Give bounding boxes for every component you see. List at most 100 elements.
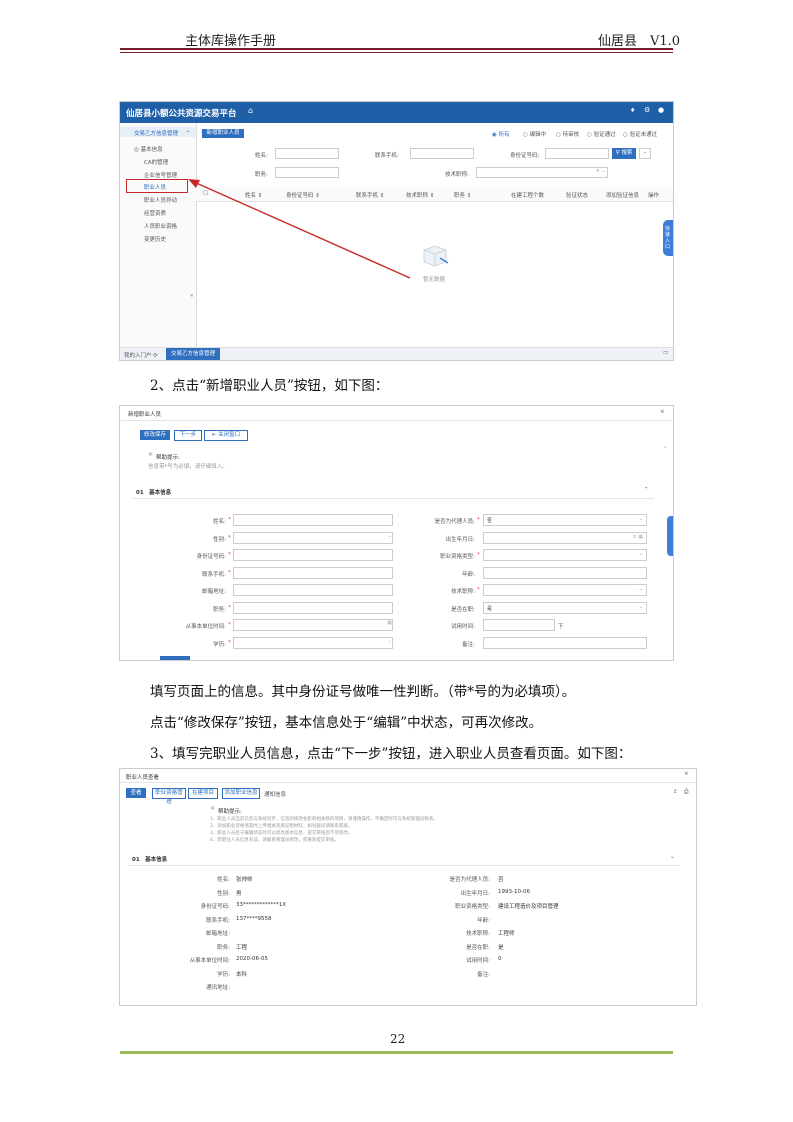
required-mark: * <box>228 552 231 558</box>
export-icon[interactable]: ⇪ <box>673 789 678 795</box>
sidebar-header[interactable]: 交易乙方信息管理 ⌄ <box>120 127 196 137</box>
bell-icon[interactable]: ♦ <box>630 107 635 114</box>
scroll-up-icon[interactable]: ⌃ <box>663 446 667 452</box>
radio-editing[interactable]: ○ 编辑中 <box>523 130 546 138</box>
tab-view[interactable]: 查看 <box>126 788 146 798</box>
close-icon[interactable]: × <box>660 409 665 415</box>
form-right-input[interactable]: ⌄ <box>483 549 647 561</box>
form-left-label: 联系手机: <box>202 571 226 578</box>
view-section-header: 01 基本信息 ⌄ <box>128 851 680 866</box>
sidebar-item-ca[interactable]: CA的管理 <box>144 158 168 166</box>
sidebar-item-staff-certificate[interactable]: 人员职业资格 <box>144 222 177 230</box>
radio-pending[interactable]: ○ 待审核 <box>556 130 579 138</box>
form-right-label: 是否为代理人员: <box>434 519 475 525</box>
dialog-title: 新增职业人员 <box>128 412 162 418</box>
dialog-title-bar: 新增职业人员 × <box>120 406 673 421</box>
user-icon[interactable]: ● <box>658 106 664 114</box>
form-right-input[interactable]: 否 ⌄ <box>483 514 647 526</box>
radio-all[interactable]: ◉ 所有 <box>492 130 510 138</box>
add-staff-button[interactable]: 新增职业人员 <box>202 129 244 138</box>
right-side-tab[interactable] <box>667 516 673 556</box>
radio-failed-label: 验证未通过 <box>629 132 658 138</box>
bottom-tab-home[interactable]: 我的入门户 ⟳ <box>124 351 158 359</box>
filter-id-input[interactable] <box>545 148 609 159</box>
collapse-section-icon[interactable]: ⌃ <box>644 487 649 493</box>
modify-save-button[interactable]: 修改保存 <box>140 430 170 440</box>
view-left-value: 张帅帅 <box>236 877 253 883</box>
view-left-value: 33*************1X <box>236 902 287 908</box>
form-right-input[interactable] <box>483 636 647 649</box>
col-position[interactable]: 职务 ⇕ <box>454 191 471 199</box>
quick-entry-tab[interactable]: 快速入口 <box>663 220 673 256</box>
view-right-label: 是否在职: <box>466 944 490 951</box>
sidebar-group[interactable]: ◎ 基本信息 <box>134 145 163 153</box>
radio-passed-label: 验证通过 <box>593 132 616 138</box>
paragraph-fill-info: 填写页面上的信息。其中身份证号做唯一性判断。（带*号的为必填项）。 <box>150 684 576 700</box>
tab-projects[interactable]: 在建项目 <box>188 788 218 799</box>
view-title-bar: 职业人员查看 × <box>120 769 696 783</box>
sidebar-item-staff[interactable]: 职业人员 <box>144 183 166 191</box>
close-window-button[interactable]: ⇤ 关闭窗口 <box>204 430 248 441</box>
form-left-input[interactable]: ⌄ <box>233 636 393 649</box>
form-left-input[interactable] <box>233 601 393 614</box>
collapse-icon[interactable]: « <box>190 293 193 299</box>
form-right-input[interactable]: ⌄ <box>483 584 647 596</box>
filter-phone-input[interactable] <box>410 148 474 159</box>
sidebar-item-history[interactable]: 变更历史 <box>144 235 166 243</box>
form-left-input[interactable] <box>233 566 393 579</box>
form-left-input[interactable] <box>233 549 393 561</box>
filter-phone-label: 联系手机: <box>375 153 399 159</box>
filter-title-label: 技术职称: <box>445 172 469 178</box>
close-icon[interactable]: × <box>684 771 689 777</box>
tab-notice[interactable]: 通知信息 <box>264 790 286 798</box>
form-right-label: 备注: <box>462 641 475 648</box>
view-right-label: 出生年月日: <box>460 890 490 897</box>
help-line-3: 3、职业人员处于编辑状态时可以修改基本信息，提交审核后不可修改。 <box>210 831 353 836</box>
next-step-button[interactable]: 下一步 <box>174 430 202 441</box>
radio-failed[interactable]: ○ 验证未通过 <box>623 130 657 138</box>
quick-entry-label: 快速入口 <box>665 226 671 250</box>
required-mark: * <box>228 534 231 541</box>
tab-add-info[interactable]: 添加职业信息 <box>222 788 260 799</box>
form-right-value: 否 <box>487 518 493 524</box>
form-left-input[interactable] <box>233 514 393 526</box>
calendar-icon: × ▦ <box>632 533 643 540</box>
form-left-input[interactable] <box>233 584 393 596</box>
form-left-input[interactable]: ⌄ <box>233 531 393 544</box>
view-left-value: 工程 <box>236 944 248 951</box>
sidebar-header-label: 交易乙方信息管理 <box>134 131 179 137</box>
bottom-tab-info-manage[interactable]: 交易乙方信息管理 <box>166 348 220 360</box>
more-filter-toggle[interactable]: ⌄ <box>639 148 651 159</box>
paragraph-step3: 3、填写完职业人员信息，点击“下一步”按钮，进入职业人员查看页面。如下图： <box>150 746 632 762</box>
filter-name-input[interactable] <box>275 148 339 159</box>
search-button[interactable]: ⚲ 搜索 <box>612 148 636 159</box>
form-left-input[interactable]: ▦ <box>233 619 393 631</box>
radio-passed[interactable]: ○ 验证通过 <box>587 130 616 138</box>
view-right-label: 年龄: <box>477 917 490 924</box>
sidebar-item-enterprise[interactable]: 企业信号管理 <box>144 171 177 179</box>
gear-icon[interactable]: ⚙ <box>644 106 650 114</box>
filter-name-label: 姓名: <box>255 153 268 159</box>
collapse-section-icon[interactable]: ⌄ <box>670 854 675 860</box>
page-number: 22 <box>390 1032 406 1046</box>
sidebar-item-qualification[interactable]: 经营资质 <box>144 209 166 217</box>
filter-title-select[interactable]: × ⌄ <box>476 167 608 178</box>
print-icon[interactable]: ⎙ <box>684 789 688 796</box>
sidebar-item-staff-change[interactable]: 职业人员异动 <box>144 196 177 204</box>
form-right-input[interactable] <box>483 619 555 631</box>
form-right-input[interactable]: 是 ⌄ <box>483 601 647 614</box>
col-add-verify[interactable]: 添加验证信息 <box>606 191 639 199</box>
required-mark: * <box>228 639 231 646</box>
tab-qualification[interactable]: 职业资格管理 <box>152 788 186 805</box>
col-projects[interactable]: 在建工程个数 <box>511 191 544 199</box>
form-right-label: 年龄: <box>462 571 475 578</box>
form-left-label: 姓名: <box>213 519 226 525</box>
view-left-value: 137****9558 <box>236 915 272 922</box>
trial-unit: 下 <box>558 624 564 630</box>
chevron-down-icon: ⌄ <box>186 128 191 134</box>
form-right-input[interactable] <box>483 566 647 579</box>
col-status[interactable]: 验证状态 <box>566 191 588 199</box>
minimize-icon[interactable]: ▭ <box>663 350 668 356</box>
form-right-input[interactable]: × ▦ <box>483 531 647 544</box>
home-icon[interactable]: ⌂ <box>248 106 253 115</box>
